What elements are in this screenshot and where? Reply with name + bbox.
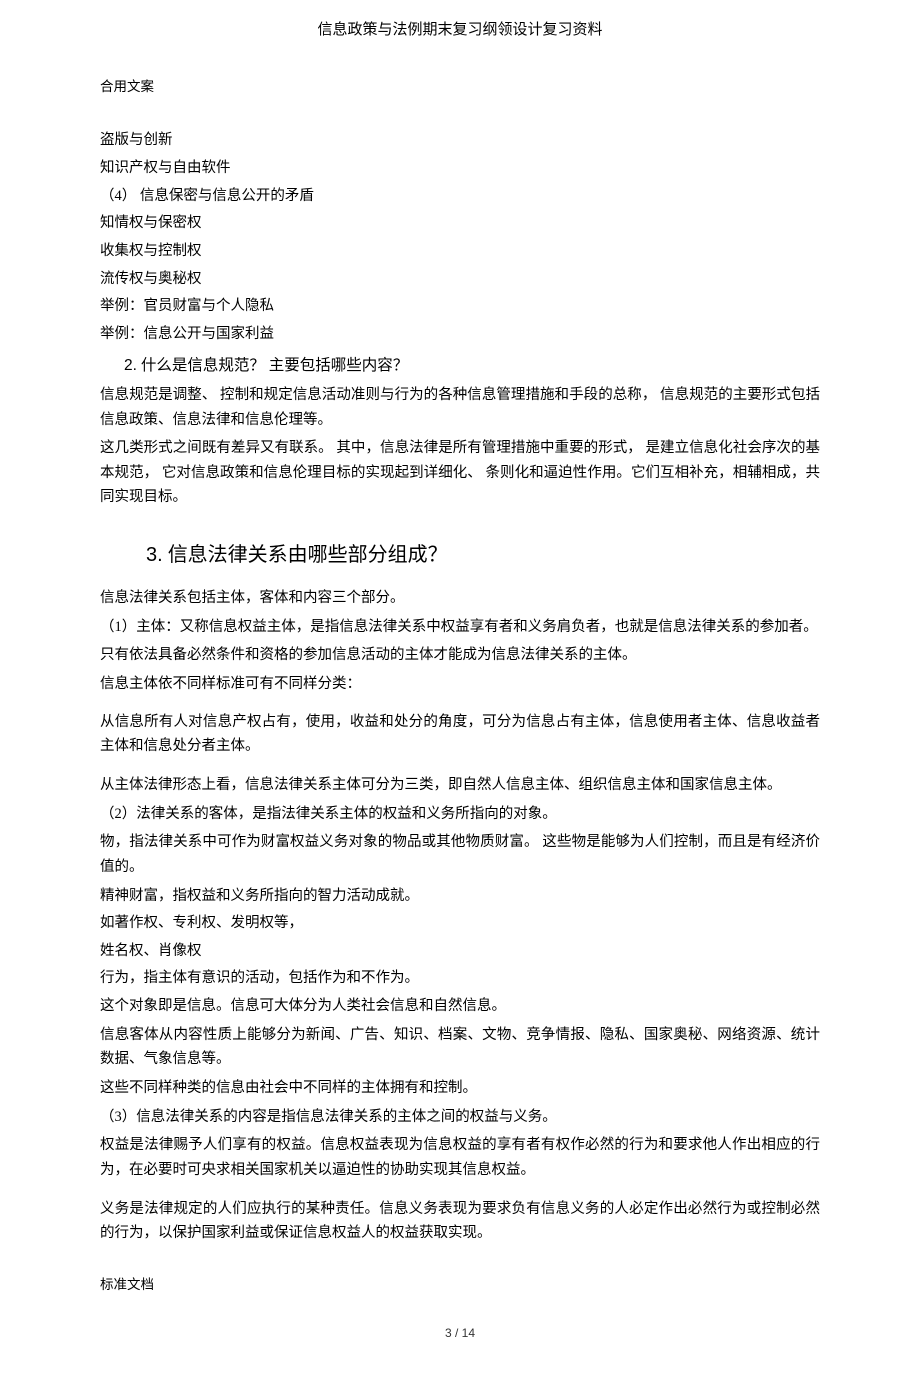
paragraph: 信息法律关系包括主体，客体和内容三个部分。 [100,586,820,611]
paragraph: （3）信息法律关系的内容是指信息法律关系的主体之间的权益与义务。 [100,1105,820,1130]
section-3-heading: 3. 信息法律关系由哪些部分组成？ [146,538,820,572]
body-line: 流传权与奥秘权 [100,267,820,292]
body-line: 知识产权与自由软件 [100,156,820,181]
paragraph: 只有依法具备必然条件和资格的参加信息活动的主体才能成为信息法律关系的主体。 [100,643,820,668]
paragraph: 从信息所有人对信息产权占有，使用，收益和处分的角度，可分为信息占有主体，信息使用… [100,710,820,759]
paragraph: （1）主体：又称信息权益主体，是指信息法律关系中权益享有者和义务肩负者，也就是信… [100,615,820,640]
body-line: 精神财富，指权益和义务所指向的智力活动成就。 [100,884,820,909]
body-line: 盗版与创新 [100,128,820,153]
body-line: 这些不同样种类的信息由社会中不同样的主体拥有和控制。 [100,1076,820,1101]
body-line: 举例：信息公开与国家利益 [100,322,820,347]
paragraph: 从主体法律形态上看，信息法律关系主体可分为三类，即自然人信息主体、组织信息主体和… [100,773,820,798]
paragraph: 信息客体从内容性质上能够分为新闻、广告、知识、档案、文物、竞争情报、隐私、国家奥… [100,1023,820,1072]
page: 信息政策与法例期末复习纲领设计复习资料 合用文案 盗版与创新 知识产权与自由软件… [0,0,920,1373]
section-number: 2. [124,357,137,374]
section-title: 信息法律关系由哪些部分组成？ [168,544,448,566]
paragraph: 这几类形式之间既有差异又有联系。 其中，信息法律是所有管理措施中重要的形式， 是… [100,436,820,510]
body-line: （4） 信息保密与信息公开的矛盾 [100,184,820,209]
section-title: 什么是信息规范？ 主要包括哪些内容？ [141,357,408,374]
body-line: 收集权与控制权 [100,239,820,264]
body-line: 行为，指主体有意识的活动，包括作为和不作为。 [100,966,820,991]
paragraph: 信息规范是调整、 控制和规定信息活动准则与行为的各种信息管理措施和手段的总称， … [100,383,820,432]
body-line: 这个对象即是信息。信息可大体分为人类社会信息和自然信息。 [100,994,820,1019]
body-line: 知情权与保密权 [100,211,820,236]
body-line: 姓名权、肖像权 [100,939,820,964]
paragraph: 义务是法律规定的人们应执行的某种责任。信息义务表现为要求负有信息义务的人必定作出… [100,1197,820,1246]
body-line: 举例：官员财富与个人隐私 [100,294,820,319]
document-title: 信息政策与法例期末复习纲领设计复习资料 [100,18,820,44]
meta-bottom-label: 标准文档 [100,1274,820,1297]
section-number: 3. [146,544,163,566]
paragraph: 权益是法律赐予人们享有的权益。信息权益表现为信息权益的享有者有权作必然的行为和要… [100,1133,820,1182]
paragraph: （2）法律关系的客体，是指法律关系主体的权益和义务所指向的对象。 [100,802,820,827]
section-2-heading: 2. 什么是信息规范？ 主要包括哪些内容？ [124,353,820,379]
meta-top-label: 合用文案 [100,76,820,99]
body-line: 如著作权、专利权、发明权等， [100,911,820,936]
body-line: 信息主体依不同样标准可有不同样分类： [100,672,820,697]
paragraph: 物，指法律关系中可作为财富权益义务对象的物品或其他物质财富。 这些物是能够为人们… [100,830,820,879]
page-number: 3 / 14 [100,1323,820,1343]
